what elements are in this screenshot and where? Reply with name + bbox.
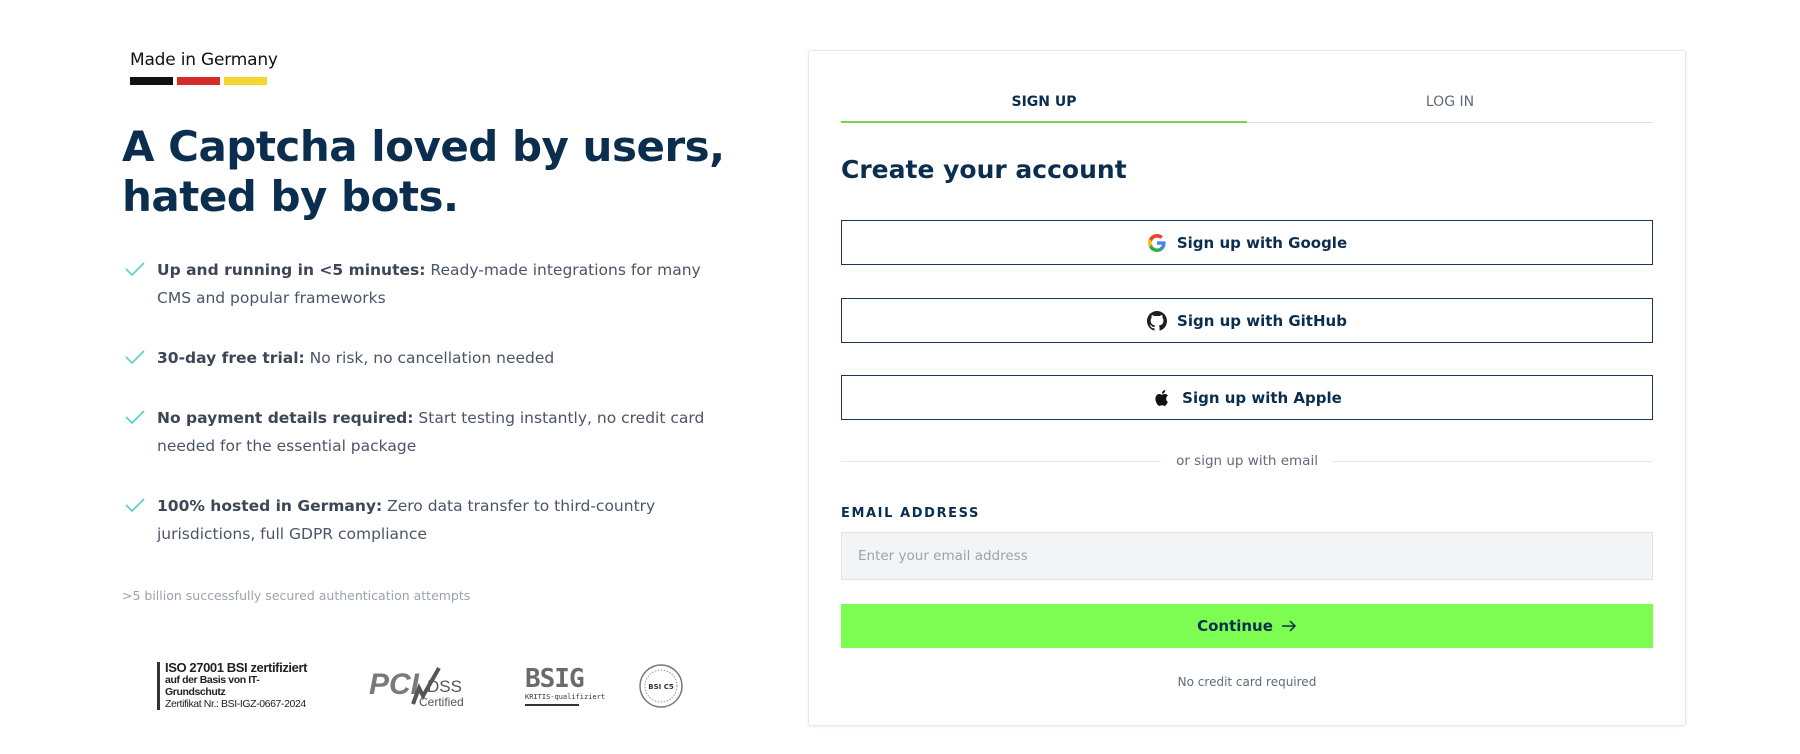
pci-dss-logo: PCI DSS Certified: [369, 667, 464, 708]
divider-text: or sign up with email: [1176, 453, 1318, 469]
german-flag-icon: [130, 77, 278, 85]
github-signup-button[interactable]: Sign up with GitHub: [841, 298, 1653, 343]
stat-text: >5 billion successfully secured authenti…: [122, 588, 471, 603]
tab-log-in[interactable]: LOG IN: [1247, 89, 1653, 122]
pci-certified-text: Certified: [419, 695, 464, 708]
bsig-label: BSIG: [525, 664, 585, 694]
iso-badge-line3: Zertifikat Nr.: BSI-IGZ-0667-2024: [165, 698, 306, 710]
feature-item: Up and running in <5 minutes: Ready-made…: [122, 256, 722, 312]
check-icon: [125, 410, 145, 425]
apple-signup-label: Sign up with Apple: [1182, 388, 1342, 407]
no-credit-card-note: No credit card required: [1177, 675, 1317, 689]
feature-item: No payment details required: Start testi…: [122, 404, 722, 460]
bsig-kritis-badge: BSIG KRITIS-qualifiziert: [525, 664, 606, 706]
apple-signup-button[interactable]: Sign up with Apple: [841, 375, 1653, 420]
iso-27001-badge: ISO 27001 BSI zertifiziert auf der Basis…: [157, 660, 313, 710]
feature-title: No payment details required:: [157, 409, 414, 427]
apple-icon: [1155, 389, 1169, 406]
feature-item: 100% hosted in Germany: Zero data transf…: [122, 492, 722, 548]
pci-dss-text: DSS: [427, 677, 462, 696]
pci-brand-text: PCI: [369, 668, 420, 701]
github-icon: [1147, 310, 1168, 331]
github-signup-label: Sign up with GitHub: [1177, 311, 1347, 330]
google-signup-button[interactable]: Sign up with Google: [841, 220, 1653, 265]
check-icon: [125, 350, 145, 365]
made-in-germany-label: Made in Germany: [130, 50, 278, 70]
google-signup-label: Sign up with Google: [1176, 233, 1348, 252]
iso-badge-line2: auf der Basis von IT-Grundschutz: [165, 674, 260, 698]
feature-list: Up and running in <5 minutes: Ready-made…: [122, 256, 722, 548]
feature-title: Up and running in <5 minutes:: [157, 261, 426, 279]
check-icon: [125, 498, 145, 513]
feature-title: 30-day free trial:: [157, 349, 305, 367]
email-field[interactable]: [841, 532, 1653, 580]
iso-badge-line1: ISO 27001 BSI zertifiziert: [165, 660, 308, 675]
card-title: Create your account: [841, 155, 1127, 184]
bsi-c5-seal-icon: BSI C5: [639, 664, 683, 708]
tab-sign-up[interactable]: SIGN UP: [841, 89, 1247, 123]
bsig-sublabel: KRITIS-qualifiziert: [525, 693, 606, 701]
email-label: EMAIL ADDRESS: [841, 506, 980, 521]
google-icon: [1147, 233, 1166, 252]
arrow-right-icon: [1281, 620, 1296, 632]
signup-card: SIGN UP LOG IN Create your account Sign …: [808, 50, 1686, 726]
hero-headline: A Captcha loved by users, hated by bots.: [122, 122, 725, 221]
feature-text: No risk, no cancellation needed: [304, 349, 555, 367]
continue-button[interactable]: Continue: [841, 604, 1653, 648]
auth-tabs: SIGN UP LOG IN: [841, 89, 1653, 123]
feature-item: 30-day free trial: No risk, no cancellat…: [122, 344, 722, 372]
check-icon: [125, 262, 145, 277]
continue-label: Continue: [1197, 617, 1273, 635]
feature-title: 100% hosted in Germany:: [157, 497, 383, 515]
certification-badges: ISO 27001 BSI zertifiziert auf der Basis…: [157, 660, 683, 710]
made-in-germany-badge: Made in Germany: [130, 50, 278, 85]
email-divider: or sign up with email: [841, 453, 1654, 469]
seal-text: BSI C5: [648, 683, 674, 691]
